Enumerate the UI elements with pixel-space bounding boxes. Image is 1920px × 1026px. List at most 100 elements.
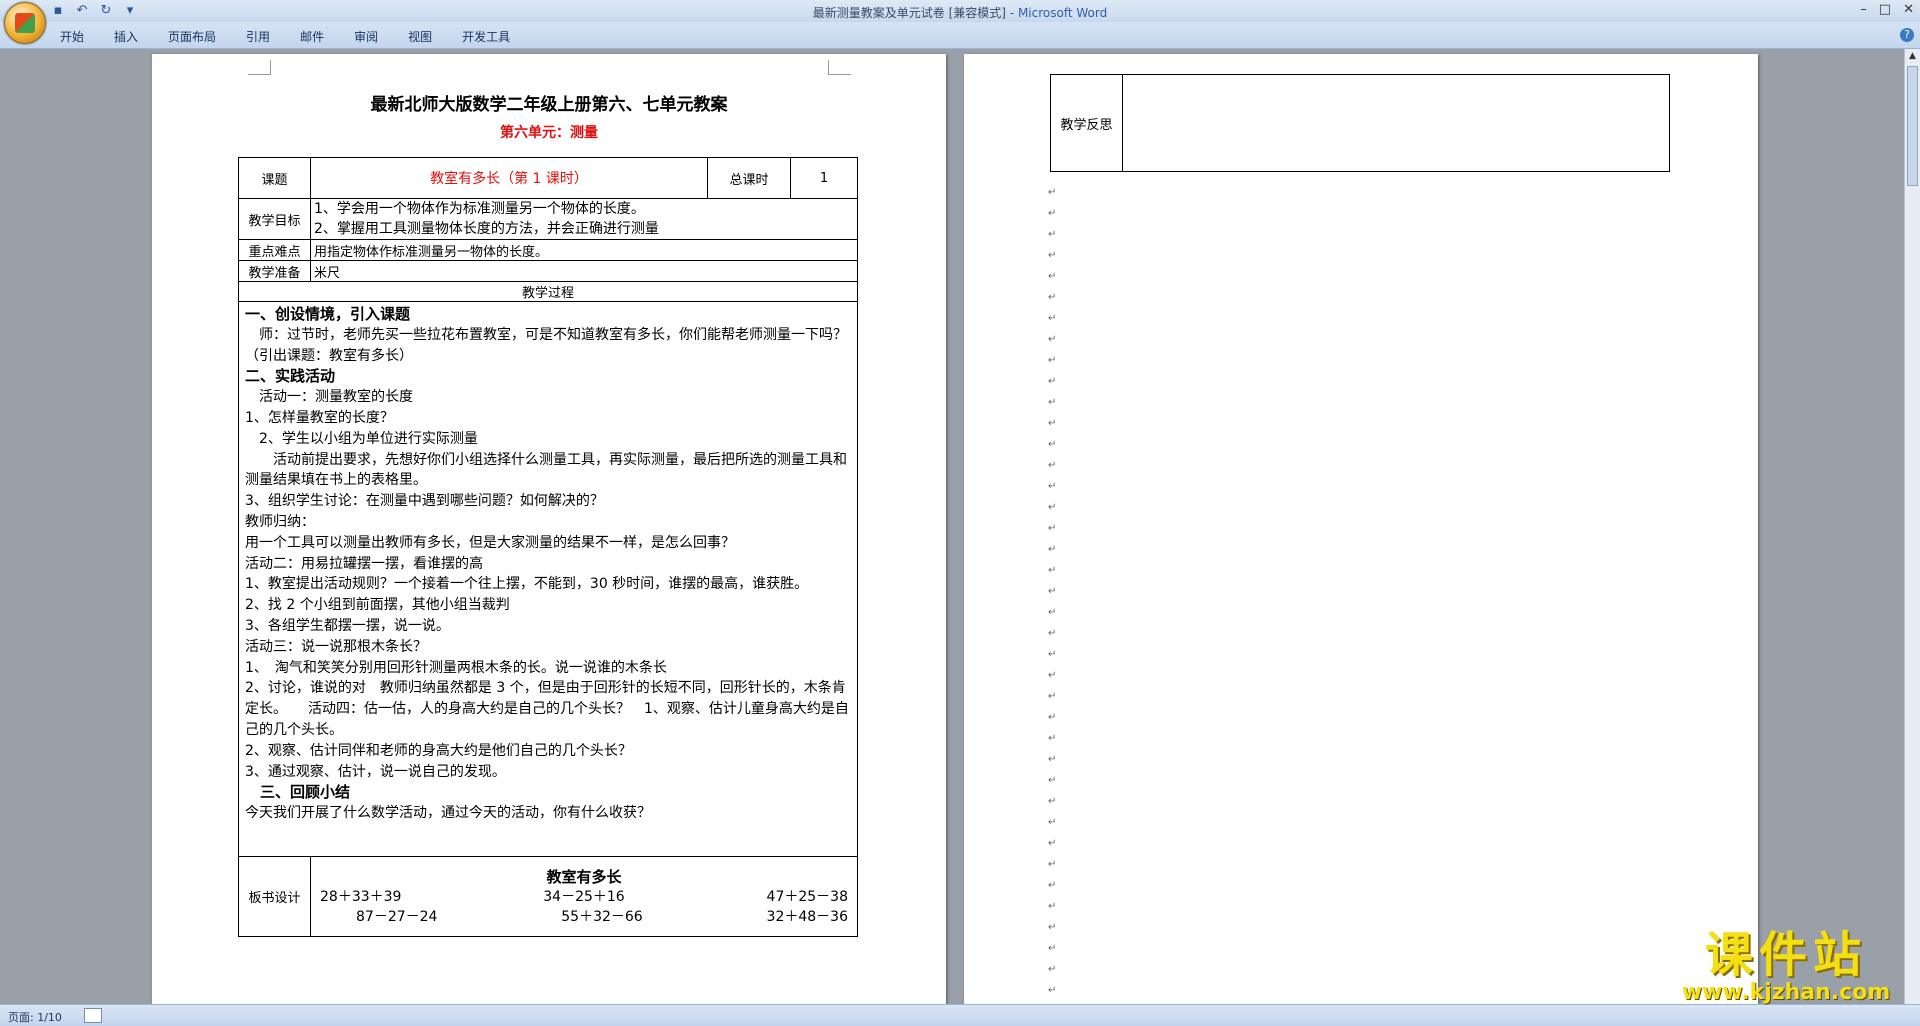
office-button[interactable] — [4, 2, 46, 44]
board-row: 28＋33＋39 34－25＋16 47＋25－38 — [314, 887, 854, 907]
paragraph-mark: ↵ — [1048, 901, 1057, 912]
page-1: 最新北师大版数学二年级上册第六、七单元教案 第六单元：测量 课题 教室有多长（第… — [152, 54, 946, 1004]
paragraph-mark: ↵ — [1048, 838, 1057, 849]
undo-icon[interactable]: ↶ — [74, 3, 90, 19]
board-expr: 34－25＋16 — [543, 888, 625, 905]
process-line: 2、讨论，谁说的对 教师归纳虽然都是 3 个，但是由于回形针的长短不同，回形针长… — [245, 680, 849, 738]
paragraph-mark: ↵ — [1048, 712, 1057, 723]
maximize-icon[interactable]: □ — [1879, 2, 1891, 17]
goal-item: 1、学会用一个物体作为标准测量另一个物体的长度。 — [314, 201, 645, 217]
tab-2[interactable]: 页面布局 — [168, 28, 232, 45]
paragraph-mark: ↵ — [1048, 565, 1057, 576]
paragraph-mark: ↵ — [1048, 964, 1057, 975]
scroll-thumb[interactable] — [1907, 66, 1918, 186]
paragraph-mark: ↵ — [1048, 439, 1057, 450]
scroll-up-icon[interactable]: ▲ — [1905, 49, 1920, 64]
proofing-icon[interactable] — [84, 1008, 102, 1023]
hours-value: 1 — [790, 157, 858, 199]
process-line: 今天我们开展了什么数学活动，通过今天的活动，你有什么收获？ — [245, 805, 651, 822]
page-indicator[interactable]: 页面: 1/10 — [8, 1009, 62, 1025]
save-icon[interactable]: ▪ — [50, 3, 66, 19]
paragraph-mark: ↵ — [1048, 313, 1057, 324]
document-title: 最新北师大版数学二年级上册第六、七单元教案 — [370, 95, 728, 115]
minimize-icon[interactable]: – — [1860, 2, 1867, 17]
process-line: 2、观察、估计同伴和老师的身高大约是他们自己的几个头长？ — [245, 742, 632, 759]
process-line: 2、找 2 个小组到前面摆，其他小组当裁判 — [245, 597, 510, 614]
tab-3[interactable]: 引用 — [246, 28, 286, 45]
reflection-table: 教学反思 — [1050, 74, 1670, 172]
board-expr: 87－27－24 — [356, 908, 438, 925]
crop-mark — [248, 60, 271, 75]
paragraph-mark: ↵ — [1048, 292, 1057, 303]
process-line: 1、 淘气和笑笑分别用回形针测量两根木条的长。说一说谁的木条长 — [245, 659, 667, 676]
process-line: 二、实践活动 — [245, 367, 336, 386]
paragraph-mark: ↵ — [1048, 502, 1057, 513]
process-line: 1、怎样量教室的长度？ — [245, 409, 394, 426]
key-label: 重点难点 — [238, 239, 311, 261]
paragraph-marks: ↵ ↵ ↵ ↵ ↵ ↵ ↵ ↵ ↵ ↵ ↵ ↵ ↵ ↵ ↵ ↵ ↵ ↵ ↵ ↵ ↵ ↵ ↵ ↵ ↵ ↵ ↵ ↵ ↵ ↵ ↵ ↵ ↵ ↵ ↵ ↵ ↵ ↵ ↵ — [1048, 182, 1056, 1001]
tab-7[interactable]: 开发工具 — [462, 28, 526, 45]
tab-0[interactable]: 开始 — [60, 28, 100, 45]
help-icon[interactable]: ? — [1900, 28, 1914, 42]
prep-label: 教学准备 — [238, 260, 311, 282]
document-name: 最新测量教案及单元试卷 [兼容模式] — [812, 6, 1006, 20]
vertical-scrollbar[interactable]: ▲ — [1904, 49, 1920, 1004]
paragraph-mark: ↵ — [1048, 754, 1057, 765]
paragraph-mark: ↵ — [1048, 250, 1057, 261]
process-line: 一、创设情境，引入课题 — [245, 305, 411, 323]
page-2: 教学反思 ↵ ↵ ↵ ↵ ↵ ↵ ↵ ↵ ↵ ↵ ↵ ↵ ↵ ↵ ↵ ↵ ↵ ↵ ↵ ↵ ↵ ↵ ↵ ↵ ↵ ↵ ↵ ↵ ↵ ↵ ↵ ↵ ↵ ↵ ↵… — [964, 54, 1758, 1004]
paragraph-mark: ↵ — [1048, 817, 1057, 828]
office-logo-icon — [15, 13, 35, 33]
paragraph-mark: ↵ — [1048, 943, 1057, 954]
key-value: 用指定物体作标准测量另一物体的长度。 — [310, 239, 858, 261]
reflection-value[interactable] — [1122, 74, 1670, 172]
paragraph-mark: ↵ — [1048, 670, 1057, 681]
paragraph-mark: ↵ — [1048, 271, 1057, 282]
tab-4[interactable]: 邮件 — [300, 28, 340, 45]
tab-1[interactable]: 插入 — [114, 28, 154, 45]
tab-6[interactable]: 视图 — [408, 28, 448, 45]
watermark-text: 课件站 — [1704, 927, 1867, 983]
paragraph-mark: ↵ — [1048, 523, 1057, 534]
process-line: 活动三：说一说那根木条长？ — [245, 638, 427, 655]
process-label: 教学过程 — [238, 281, 858, 302]
topic-label: 课题 — [238, 157, 311, 199]
board-design: 教室有多长 28＋33＋39 34－25＋16 47＋25－38 87－27－2… — [314, 867, 854, 927]
board-label: 板书设计 — [238, 856, 311, 937]
paragraph-mark: ↵ — [1048, 460, 1057, 471]
paragraph-mark: ↵ — [1048, 334, 1057, 345]
window-title: 最新测量教案及单元试卷 [兼容模式] - Microsoft Word — [0, 4, 1920, 21]
board-expr: 47＋25－38 — [766, 888, 848, 905]
board-row: 87－27－24 55＋32－66 32＋48－36 — [314, 907, 854, 927]
quick-access-toolbar: ▪ ↶ ↻ ▾ — [50, 3, 138, 19]
paragraph-mark: ↵ — [1048, 187, 1057, 198]
ribbon-tabs: 开始 插入 页面布局 引用 邮件 审阅 视图 开发工具 ? — [0, 22, 1920, 49]
app-name: - Microsoft Word — [1009, 6, 1108, 20]
paragraph-mark: ↵ — [1048, 733, 1057, 744]
paragraph-mark: ↵ — [1048, 397, 1057, 408]
process-line: 2、学生以小组为单位进行实际测量 — [245, 430, 478, 447]
paragraph-mark: ↵ — [1048, 586, 1057, 597]
paragraph-mark: ↵ — [1048, 544, 1057, 555]
watermark-logo: 课件站 www.kjzhan.com — [1668, 928, 1904, 1004]
tab-list: 开始 插入 页面布局 引用 邮件 审阅 视图 开发工具 — [60, 28, 540, 45]
paragraph-mark: ↵ — [1048, 922, 1057, 933]
board-title: 教室有多长 — [546, 867, 622, 886]
redo-icon[interactable]: ↻ — [98, 3, 114, 19]
close-icon[interactable]: ✕ — [1903, 2, 1914, 17]
topic-value: 教室有多长（第 1 课时） — [310, 157, 708, 199]
title-bar: 最新测量教案及单元试卷 [兼容模式] - Microsoft Word ▪ ↶ … — [0, 0, 1920, 23]
process-line: 师：过节时，老师先买一些拉花布置教室，可是不知道教室有多长，你们能帮老师测量一下… — [245, 326, 847, 364]
process-line: 3、各组学生都摆一摆，说一说。 — [245, 617, 450, 634]
prep-value: 米尺 — [310, 260, 858, 282]
paragraph-mark: ↵ — [1048, 355, 1057, 366]
process-line: 用一个工具可以测量出教师有多长，但是大家测量的结果不一样，是怎么回事？ — [245, 534, 735, 551]
process-line: 1、教室提出活动规则？一个接着一个往上摆，不能到，30 秒时间，谁摆的最高，谁获… — [245, 576, 809, 593]
process-line: 活动二：用易拉罐摆一摆，看谁摆的高 — [245, 555, 483, 572]
process-line: 活动前提出要求，先想好你们小组选择什么测量工具，再实际测量，最后把所选的测量工具… — [245, 451, 847, 489]
process-line: 3、组织学生讨论：在测量中遇到哪些问题？如何解决的？ — [245, 493, 604, 510]
board-expr: 32＋48－36 — [766, 908, 848, 925]
tab-5[interactable]: 审阅 — [354, 28, 394, 45]
process-line: 3、通过观察、估计，说一说自己的发现。 — [245, 763, 506, 780]
customize-qat-icon[interactable]: ▾ — [122, 3, 138, 19]
